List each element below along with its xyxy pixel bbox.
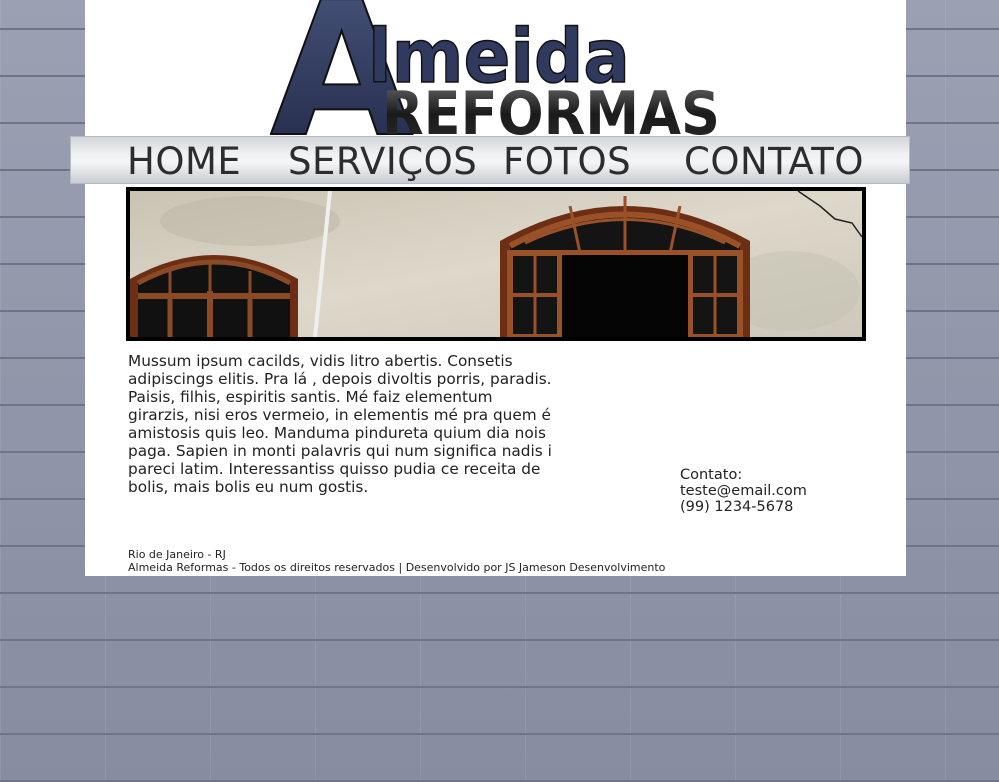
site-logo[interactable]: A lmeida REFORMAS (270, 0, 730, 136)
intro-paragraph: Mussum ipsum cacilds, vidis litro aberti… (128, 352, 552, 496)
banner-windows-illustration (130, 191, 862, 337)
main-navigation: HOME SERVIÇOS FOTOS CONTATO (70, 136, 910, 184)
contact-phone: (99) 1234-5678 (680, 499, 794, 515)
contact-block: Contato: teste@email.com (99) 1234-5678 (680, 467, 807, 515)
banner-image (126, 187, 866, 341)
nav-contato[interactable]: CONTATO (684, 140, 864, 183)
nav-fotos[interactable]: FOTOS (503, 140, 631, 183)
footer: Rio de Janeiro - RJ Almeida Reformas - T… (128, 548, 666, 574)
contact-email[interactable]: teste@email.com (680, 483, 807, 499)
footer-location: Rio de Janeiro - RJ (128, 548, 226, 561)
nav-home[interactable]: HOME (127, 140, 241, 183)
contact-title: Contato: (680, 467, 743, 483)
logo-bottom-word: REFORMAS (382, 79, 720, 136)
nav-servicos[interactable]: SERVIÇOS (288, 140, 477, 183)
footer-credits: Almeida Reformas - Todos os direitos res… (128, 560, 666, 574)
